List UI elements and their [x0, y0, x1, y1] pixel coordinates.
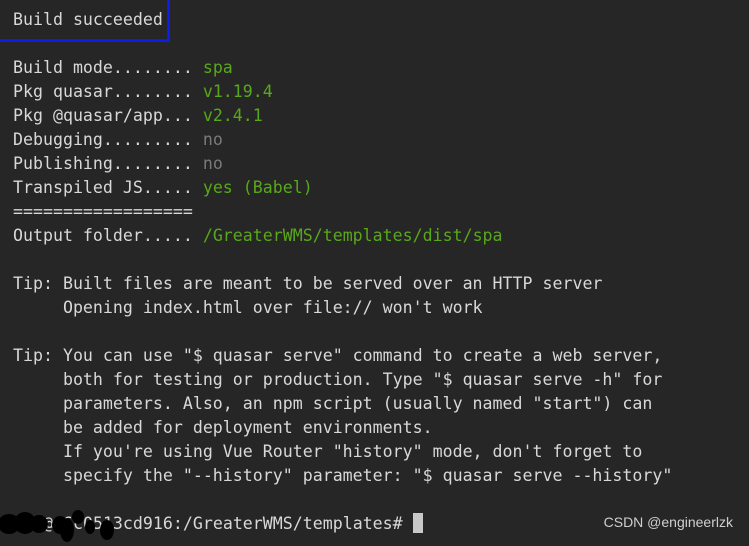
tip-line: specify the "--history" parameter: "$ qu… [13, 466, 673, 485]
tip-line: If you're using Vue Router "history" mod… [13, 442, 643, 461]
tip-line: both for testing or production. Type "$ … [13, 370, 663, 389]
cursor [412, 513, 423, 533]
tip-line: be added for deployment environments. [13, 418, 433, 437]
summary-label: Transpiled JS..... [13, 178, 203, 197]
summary-label: Debugging......... [13, 130, 203, 149]
summary-value: no [202, 130, 223, 149]
summary-value: yes (Babel) [202, 178, 313, 197]
summary-row: Debugging......... no [13, 128, 223, 152]
output-row: Output folder..... /GreaterWMS/templates… [13, 224, 503, 248]
summary-value: v2.4.1 [202, 106, 263, 125]
separator: ================== [13, 202, 193, 221]
summary-value: spa [202, 58, 233, 77]
summary-row: Pkg quasar........ v1.19.4 [13, 80, 273, 104]
tip-line: parameters. Also, an npm script (usually… [13, 394, 653, 413]
summary-label: Publishing........ [13, 154, 203, 173]
summary-row: Build mode........ spa [13, 56, 233, 80]
output-folder: /GreaterWMS/templates/dist/spa [202, 226, 503, 245]
watermark: CSDN @engineerlzk [603, 514, 733, 530]
summary-value: v1.19.4 [202, 82, 273, 101]
summary-value: no [202, 154, 223, 173]
tip-line: Tip: Built files are meant to be served … [13, 274, 603, 293]
summary-row: Pkg @quasar/app... v2.4.1 [13, 104, 263, 128]
summary-label: Pkg quasar........ [13, 82, 203, 101]
build-status: Build succeeded [13, 10, 163, 29]
tip-line: Tip: You can use "$ quasar serve" comman… [13, 346, 663, 365]
summary-label: Build mode........ [13, 58, 203, 77]
tip-line: Opening index.html over file:// won't wo… [13, 298, 483, 317]
output-label: Output folder..... [13, 226, 203, 245]
summary-row: Transpiled JS..... yes (Babel) [13, 176, 313, 200]
prompt-text: @e6c0513cd916:/GreaterWMS/templates# [43, 514, 403, 533]
summary-row: Publishing........ no [13, 152, 223, 176]
summary-label: Pkg @quasar/app... [13, 106, 203, 125]
